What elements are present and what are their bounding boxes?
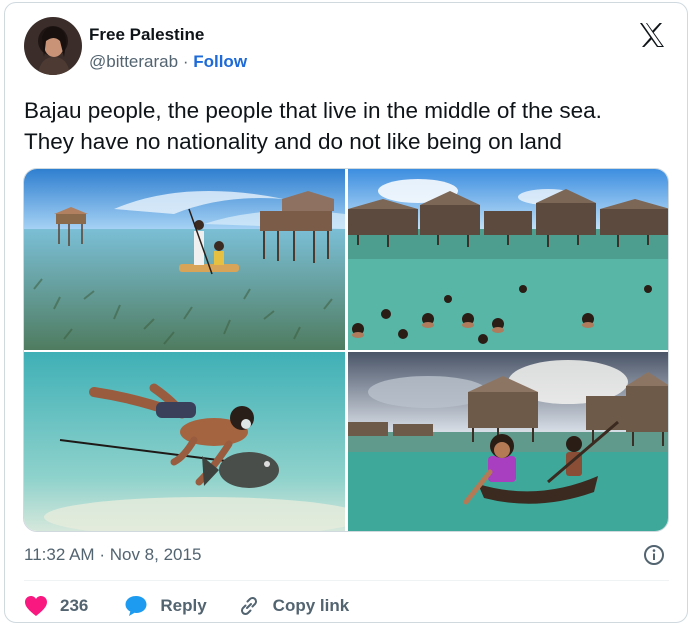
heart-icon <box>24 595 48 617</box>
author-handle[interactable]: @bitterarab <box>89 52 178 71</box>
author-name[interactable]: Free Palestine <box>89 25 204 45</box>
handle-separator: · <box>182 52 189 71</box>
photo-stilt-houses[interactable] <box>24 169 345 350</box>
link-icon <box>237 594 261 618</box>
tweet-text-line-1: Bajau people, the people that live in th… <box>24 98 602 123</box>
reply-button[interactable]: Reply <box>124 595 207 617</box>
reply-label: Reply <box>160 596 207 615</box>
actions-divider <box>24 580 669 581</box>
photo-diver-spearfishing[interactable] <box>24 352 345 531</box>
media-grid <box>23 168 669 532</box>
tweet-date: Nov 8, 2015 <box>109 545 202 564</box>
photo-children-swimming[interactable] <box>348 169 668 350</box>
copy-link-button[interactable]: Copy link <box>237 594 350 618</box>
x-logo-icon[interactable] <box>638 22 666 48</box>
photo-girl-in-canoe[interactable] <box>348 352 668 531</box>
tweet-text-line-2: They have no nationality and do not like… <box>24 129 562 154</box>
avatar[interactable] <box>24 17 82 75</box>
tweet-time: 11:32 AM <box>24 545 95 564</box>
like-count: 236 <box>60 596 89 615</box>
timestamp-separator: · <box>99 545 105 564</box>
follow-button[interactable]: Follow <box>193 52 247 71</box>
tweet-timestamp[interactable]: 11:32 AM · Nov 8, 2015 <box>24 545 201 565</box>
copy-link-label: Copy link <box>272 596 350 615</box>
tweet-text: Bajau people, the people that live in th… <box>24 95 674 157</box>
speech-bubble-icon <box>124 595 148 617</box>
like-button[interactable]: 236 <box>24 595 88 617</box>
tweet-actions: 236 Reply Copy link <box>24 594 349 618</box>
info-icon[interactable] <box>643 544 665 566</box>
author-handle-row: @bitterarab · Follow <box>89 52 247 72</box>
